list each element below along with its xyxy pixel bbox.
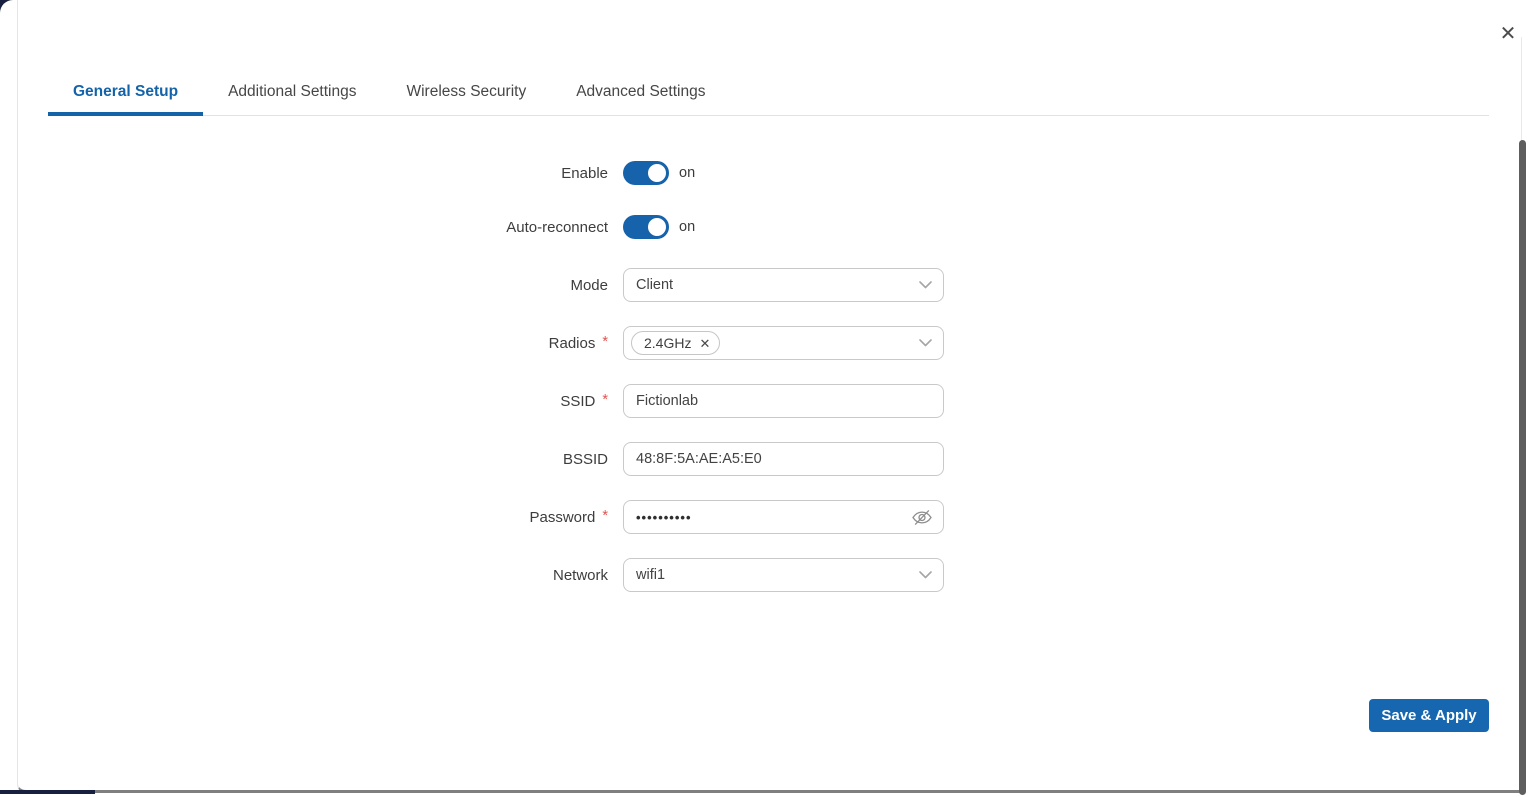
scrollbar-thumb[interactable] — [1519, 140, 1526, 795]
required-marker: * — [602, 334, 608, 350]
enable-label: Enable — [561, 165, 608, 182]
auto-reconnect-toggle-state: on — [679, 219, 695, 235]
toggle-knob — [645, 215, 669, 239]
network-label: Network — [553, 567, 608, 584]
settings-tabbar: General Setup Additional Settings Wirele… — [48, 72, 730, 116]
ssid-label: SSID — [560, 393, 595, 410]
form-row-password: Password * — [0, 500, 1535, 534]
form-row-radios: Radios * 2.4GHz ✕ — [0, 326, 1535, 360]
radio-tag-label: 2.4GHz — [644, 335, 691, 351]
form-row-ssid: SSID * — [0, 384, 1535, 418]
form-row-auto-reconnect: Auto-reconnect on — [0, 210, 1535, 244]
background-sidebar-corner — [0, 0, 15, 13]
password-input[interactable] — [623, 500, 944, 534]
tab-general-setup[interactable]: General Setup — [48, 72, 203, 116]
enable-toggle[interactable] — [623, 161, 667, 185]
enable-toggle-state: on — [679, 165, 695, 181]
toggle-password-visibility-button[interactable] — [909, 505, 935, 529]
remove-tag-icon[interactable]: ✕ — [699, 337, 710, 350]
form-row-bssid: BSSID — [0, 442, 1535, 476]
radios-label: Radios — [549, 335, 596, 352]
required-marker: * — [602, 392, 608, 408]
chevron-down-icon — [919, 281, 932, 289]
radio-tag-2-4ghz: 2.4GHz ✕ — [631, 331, 720, 355]
mode-select[interactable]: Client — [623, 268, 944, 302]
tab-advanced-settings[interactable]: Advanced Settings — [551, 72, 730, 116]
bssid-label: BSSID — [563, 451, 608, 468]
background-sidebar-bottom — [0, 790, 95, 794]
form-row-enable: Enable on — [0, 156, 1535, 190]
required-marker: * — [602, 508, 608, 524]
chevron-down-icon — [919, 571, 932, 579]
ssid-input[interactable] — [623, 384, 944, 418]
network-selected-value: wifi1 — [636, 567, 665, 583]
mode-selected-value: Client — [636, 277, 673, 293]
tab-additional-settings[interactable]: Additional Settings — [203, 72, 381, 116]
radios-multiselect[interactable]: 2.4GHz ✕ — [623, 326, 944, 360]
chevron-down-icon — [919, 339, 932, 347]
save-apply-button[interactable]: Save & Apply — [1369, 699, 1489, 732]
mode-label: Mode — [570, 277, 608, 294]
eye-slash-icon — [911, 509, 933, 526]
wireless-settings-dialog-page: ✕ General Setup Additional Settings Wire… — [0, 0, 1535, 797]
form-row-mode: Mode Client — [0, 268, 1535, 302]
form-row-network: Network wifi1 — [0, 558, 1535, 592]
password-label: Password — [529, 509, 595, 526]
bssid-input[interactable] — [623, 442, 944, 476]
close-icon[interactable]: ✕ — [1494, 20, 1522, 48]
tab-wireless-security[interactable]: Wireless Security — [381, 72, 551, 116]
toggle-knob — [645, 161, 669, 185]
auto-reconnect-label: Auto-reconnect — [506, 219, 608, 236]
network-select[interactable]: wifi1 — [623, 558, 944, 592]
auto-reconnect-toggle[interactable] — [623, 215, 667, 239]
